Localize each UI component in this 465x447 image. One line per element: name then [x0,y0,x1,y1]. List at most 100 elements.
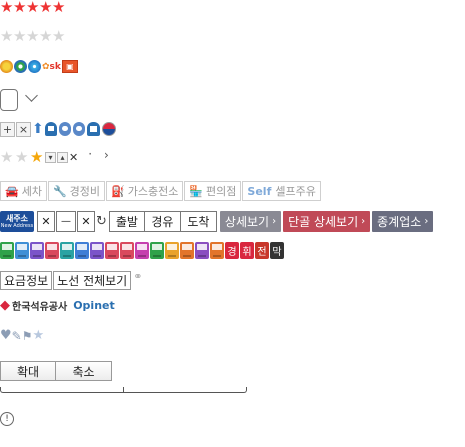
full-route-button[interactable]: 노선 전체보기 [53,271,132,290]
detail-button[interactable]: 상세보기 › [219,211,282,232]
pump-icon [150,242,164,259]
pump-icon [135,242,149,259]
minimize-button[interactable]: — [56,211,76,232]
alert-row: ! [0,412,14,426]
arrow-right-icon: › [424,216,429,227]
korean-badge: 휘 [240,242,254,259]
wrench-icon: 🔧 [52,184,67,198]
opinet-logo: Opinet [73,299,115,312]
dealer-button[interactable]: 종계업소 › [372,211,434,232]
self-icon: Self [247,184,272,198]
flag-icon[interactable]: ⚑ [22,329,33,343]
pump-icon [180,242,194,259]
pump-icon [165,242,179,259]
sk-energy-logo-icon: ✿sk [42,61,61,72]
heart-icon[interactable]: ♥ [0,328,12,343]
star-filled-icon: ★ [26,0,40,16]
tab-departure[interactable]: 출발 [108,211,145,232]
hyundai-oilbank-logo-icon [28,60,41,73]
pump-icon [15,242,29,259]
alert-icon[interactable]: ! [0,412,14,426]
korean-badge: 전 [255,242,269,259]
gs-caltex-logo-icon [14,60,27,73]
pump-icon [30,242,44,259]
chevron-down-icon[interactable] [25,88,38,102]
alddle-logo-icon: ▣ [61,60,78,73]
pin-icon[interactable] [58,122,71,136]
zoom-in-button[interactable]: 확대 [0,361,56,381]
gas-charge-icon: ⛽ [111,184,125,198]
map-controls: + × ⬆ [0,121,116,137]
close-icon[interactable]: ✕ [69,151,78,164]
star-empty-icon: ★ [13,27,27,45]
fare-info-button[interactable]: 요금정보 [0,271,53,290]
divider-notch [123,387,127,393]
info-buttons: 요금정보 노선 전체보기 ⚭ [0,270,142,290]
star-empty-icon: ★ [0,148,14,166]
chevron-right-icon[interactable]: › [104,148,109,162]
sort-down-button[interactable]: ▾ [45,152,56,163]
korean-badge: 막 [270,242,284,259]
pump-icon [0,242,14,259]
pump-icon [90,242,104,259]
facility-filter-bar: 🚘 세차 🔧 경정비 ⛽ 가스충전소 🏪 편의점 Self 셀프주유 [0,181,322,201]
car-wash-icon: 🚘 [5,184,19,198]
route-toolbar: 새주소 New Address ✕ — ✕ ↻ 출발 경유 도착 상세보기 › 단… [0,211,435,232]
zoom-out-button[interactable]: 축소 [56,361,112,381]
star-filled-icon: ★ [52,0,66,16]
pump-icons-row: 경 휘 전 막 [0,242,285,259]
facility-self[interactable]: Self 셀프주유 [242,181,321,201]
dot-icon: · [88,146,93,161]
pin-icon[interactable] [72,122,85,136]
refresh-icon[interactable]: ↻ [96,214,107,229]
star-icon[interactable]: ★ [32,328,44,343]
pump-icon [105,242,119,259]
close-button[interactable]: × [16,121,31,137]
pump-icon [210,242,224,259]
s-oil-logo-icon [0,60,13,73]
star-empty-icon: ★ [39,27,53,45]
star-filled-icon: ★ [0,0,14,16]
phone-icon[interactable] [86,122,100,136]
tab-arrival[interactable]: 도착 [180,211,217,232]
favorite-detail-button[interactable]: 단골 상세보기 › [283,211,371,232]
star-filled-icon: ★ [39,0,53,16]
facility-repair[interactable]: 🔧 경정비 [47,181,106,201]
favorite-icons: ♥ ✎ ⚑ ★ [0,328,44,343]
edit-icon[interactable]: ✎ [12,329,22,343]
link-icon[interactable]: ⚭ [133,270,142,283]
plus-button[interactable]: + [0,121,15,137]
star-empty-icon: ★ [15,148,29,166]
pump-icon [120,242,134,259]
arrow-up-icon[interactable]: ⬆ [32,121,44,137]
arrow-right-icon: › [361,216,366,227]
pump-icon [45,242,59,259]
sort-up-button[interactable]: ▴ [57,152,68,163]
korean-badge: 경 [225,242,239,259]
divider-panel [0,387,247,393]
rating-full: ★ ★ ★ ★ ★ [0,0,65,15]
facility-store[interactable]: 🏪 편의점 [184,181,242,201]
taegeuk-icon[interactable] [101,122,116,136]
arrow-right-icon: › [272,216,277,227]
pin-icon[interactable] [44,122,57,136]
footer-logos: ◆ 한국석유공사 Opinet [0,298,115,313]
facility-car-wash[interactable]: 🚘 세차 [0,181,47,201]
star-empty-icon: ★ [52,27,66,45]
close-button[interactable]: ✕ [37,211,55,232]
close-button-2[interactable]: ✕ [77,211,95,232]
tab-waypoint[interactable]: 경유 [144,211,181,232]
zoom-controls: 확대 축소 [0,361,112,381]
star-filled-icon: ★ [30,148,44,166]
pump-icon [195,242,209,259]
knoc-logo-icon: ◆ [0,298,10,313]
brand-logos: ✿sk ▣ [0,60,78,73]
star-filled-icon: ★ [13,0,27,16]
star-empty-icon: ★ [26,27,40,45]
store-icon: 🏪 [189,184,204,198]
expand-control [0,88,38,111]
select-box[interactable] [0,89,18,111]
new-address-badge[interactable]: 새주소 New Address [0,211,34,232]
small-controls-row: ★ ★ ★ ▾ ▴ ✕ · › [0,146,109,166]
facility-gas-charge[interactable]: ⛽ 가스충전소 [106,181,184,201]
